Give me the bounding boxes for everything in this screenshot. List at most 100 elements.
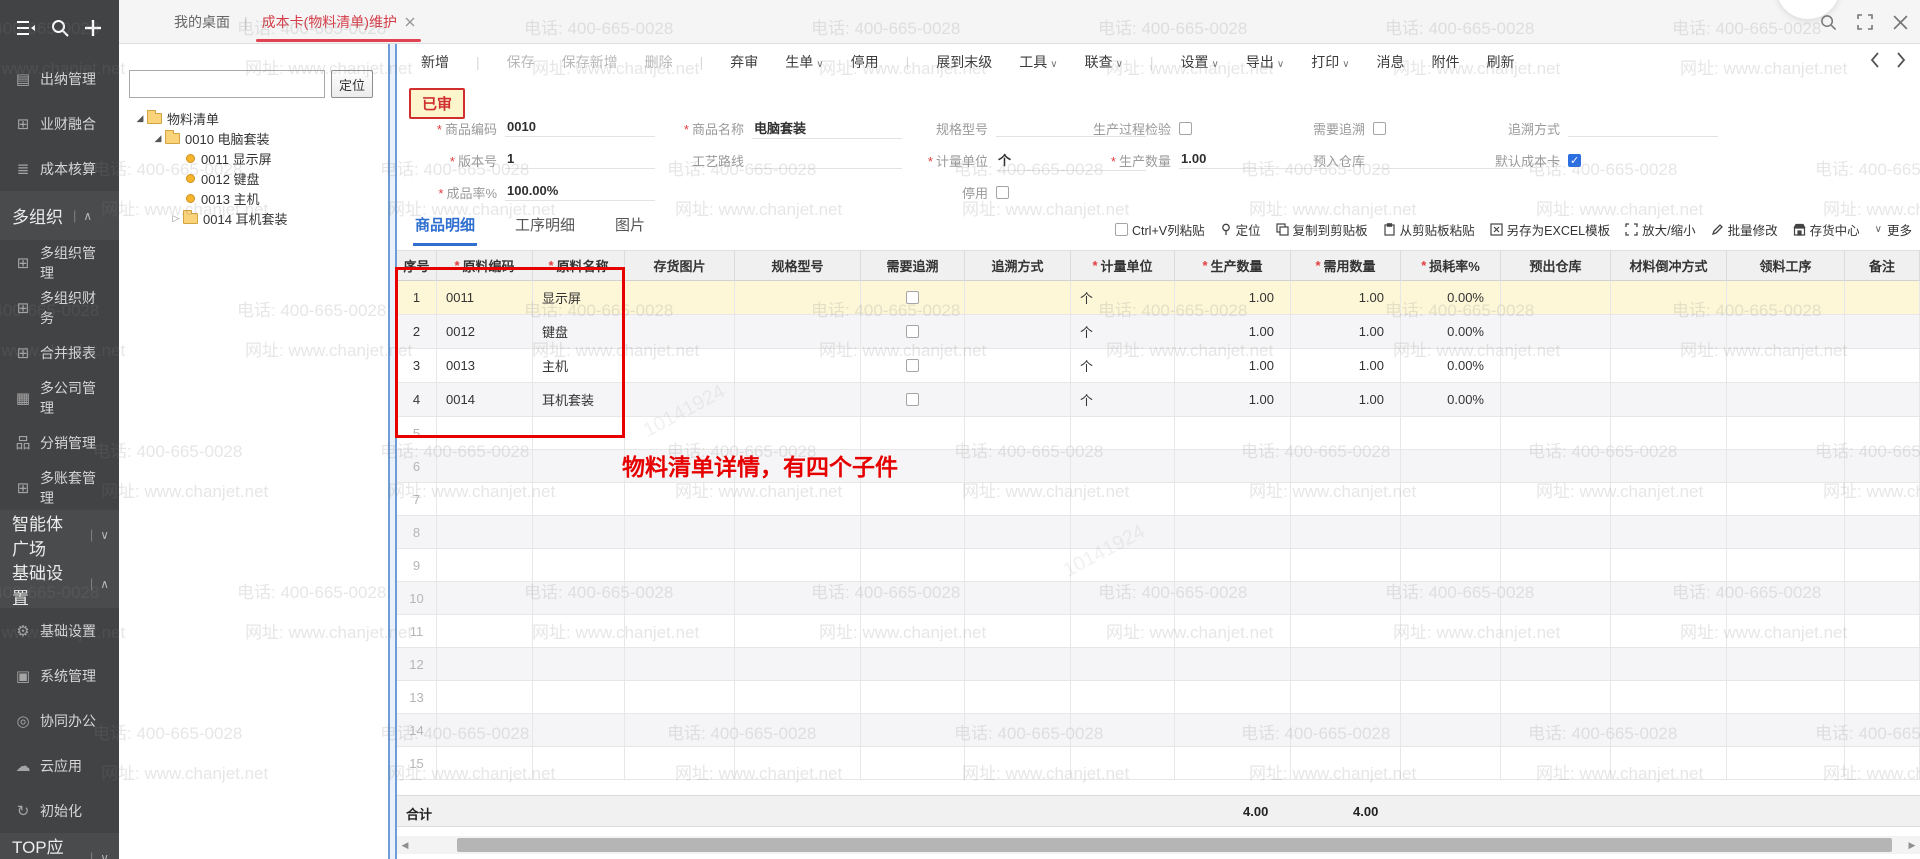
chevron-down-icon[interactable]: ∨ [100,528,109,542]
cell-预出仓库[interactable] [1501,549,1611,582]
cell-需要追溯[interactable] [861,549,965,582]
cell-材料倒冲方式[interactable] [1611,747,1727,780]
sidebar-item[interactable]: ▦ 多公司管理 [0,375,119,420]
horizontal-scrollbar[interactable]: ◀ ▶ [397,836,1920,854]
cell-计量单位[interactable] [1071,516,1175,549]
cell-规格型号[interactable] [735,315,861,349]
grid-toolbar-存货中心[interactable]: 存货中心 [1793,220,1860,239]
grid-toolbar-Ctrl+V列粘贴[interactable]: Ctrl+V列粘贴 [1115,220,1205,239]
column-header-损耗率%[interactable]: * 损耗率% [1401,250,1501,281]
cell-计量单位[interactable] [1071,714,1175,747]
grid-toolbar-复制到剪贴板[interactable]: 复制到剪贴板 [1276,220,1368,239]
search-icon[interactable] [1820,14,1837,31]
sidebar-item[interactable]: ⊞ 业财融合 [0,101,119,146]
cell-材料倒冲方式[interactable] [1611,349,1727,383]
cell-生产数量[interactable] [1175,549,1291,582]
cell-生产数量[interactable] [1175,582,1291,615]
cell-原料名称[interactable] [533,549,625,582]
cell-规格型号[interactable] [735,483,861,516]
cell-需要追溯[interactable] [861,349,965,383]
cell-存货图片[interactable] [625,281,735,315]
cell-原料名称[interactable] [533,714,625,747]
tree-node[interactable]: ▷ 0014 耳机套装 [119,208,388,228]
sidebar-item[interactable]: ◎ 协同办公 [0,698,119,743]
cell-存货图片[interactable] [625,747,735,780]
cell-领料工序[interactable] [1727,615,1845,648]
toolbar-button-设置[interactable]: 设置 ∨ [1181,52,1219,72]
cell-损耗率%[interactable] [1401,582,1501,615]
cell-生产数量[interactable] [1175,648,1291,681]
cell-预出仓库[interactable] [1501,714,1611,747]
tab-inactive[interactable]: 我的桌面 [164,0,240,44]
cell-规格型号[interactable] [735,516,861,549]
cell-计量单位[interactable] [1071,582,1175,615]
cell-损耗率%[interactable]: 0.00% [1401,349,1501,383]
toolbar-button-联查[interactable]: 联查 ∨ [1085,52,1123,72]
cell-序号[interactable]: 1 [397,281,437,315]
cell-需要追溯[interactable] [861,516,965,549]
cell-序号[interactable]: 3 [397,349,437,383]
cell-原料编码[interactable] [437,681,533,714]
cell-序号[interactable]: 13 [397,681,437,714]
cell-需用数量[interactable] [1291,714,1401,747]
sidebar-item[interactable]: ≣ 成本核算 [0,146,119,191]
toolbar-button-打印[interactable]: 打印 ∨ [1311,52,1349,72]
column-header-存货图片[interactable]: 存货图片 [625,250,735,281]
cell-存货图片[interactable] [625,417,735,450]
grid-toolbar-更多[interactable]: ∨ 更多 [1875,220,1912,239]
column-header-原料编码[interactable]: * 原料编码 [437,250,533,281]
column-header-生产数量[interactable]: * 生产数量 [1175,250,1291,281]
cell-生产数量[interactable] [1175,747,1291,780]
locate-button[interactable]: 定位 [331,70,373,98]
tab-图片[interactable]: 图片 [613,210,647,244]
cell-损耗率%[interactable] [1401,714,1501,747]
tree-node[interactable]: 0012 键盘 [119,168,388,188]
cell-追溯方式[interactable] [965,450,1071,483]
cell-存货图片[interactable] [625,483,735,516]
cell-追溯方式[interactable] [965,281,1071,315]
cell-计量单位[interactable]: 个 [1071,315,1175,349]
cell-计量单位[interactable] [1071,747,1175,780]
cell-需要追溯[interactable] [861,714,965,747]
cell-备注[interactable] [1845,582,1920,615]
plus-icon[interactable] [81,16,105,40]
cell-材料倒冲方式[interactable] [1611,582,1727,615]
cell-材料倒冲方式[interactable] [1611,483,1727,516]
cell-领料工序[interactable] [1727,648,1845,681]
cell-序号[interactable]: 11 [397,615,437,648]
cell-备注[interactable] [1845,648,1920,681]
cell-追溯方式[interactable] [965,383,1071,417]
cell-需要追溯[interactable] [861,383,965,417]
cell-需用数量[interactable]: 1.00 [1291,349,1401,383]
cell-需用数量[interactable] [1291,681,1401,714]
sidebar-item[interactable]: ↻ 初始化 [0,788,119,833]
cell-生产数量[interactable] [1175,417,1291,450]
column-header-规格型号[interactable]: 规格型号 [735,250,861,281]
tab-close-icon[interactable] [405,17,415,27]
cell-规格型号[interactable] [735,747,861,780]
cell-计量单位[interactable] [1071,648,1175,681]
cell-领料工序[interactable] [1727,417,1845,450]
cell-材料倒冲方式[interactable] [1611,315,1727,349]
cell-存货图片[interactable] [625,450,735,483]
field-value[interactable]: 100.00% [505,183,655,201]
cell-领料工序[interactable] [1727,383,1845,417]
cell-需用数量[interactable]: 1.00 [1291,383,1401,417]
cell-预出仓库[interactable] [1501,648,1611,681]
toolbar-button-刷新[interactable]: 刷新 [1487,52,1515,72]
tree-node[interactable]: 0011 显示屏 [119,148,388,168]
sidebar-item[interactable]: ⊞ 多组织财务 [0,285,119,330]
toolbar-button-生单[interactable]: 生单 ∨ [785,52,823,72]
column-header-需要追溯[interactable]: 需要追溯 [861,250,965,281]
cell-备注[interactable] [1845,615,1920,648]
checkbox-trace[interactable] [906,359,919,372]
cell-损耗率%[interactable] [1401,648,1501,681]
cell-存货图片[interactable] [625,549,735,582]
cell-计量单位[interactable] [1071,483,1175,516]
checkbox-默认成本卡[interactable] [1568,153,1581,167]
cell-存货图片[interactable] [625,681,735,714]
cell-预出仓库[interactable] [1501,281,1611,315]
checkbox-ctrlv[interactable] [1115,223,1129,236]
cell-备注[interactable] [1845,747,1920,780]
cell-原料编码[interactable] [437,714,533,747]
